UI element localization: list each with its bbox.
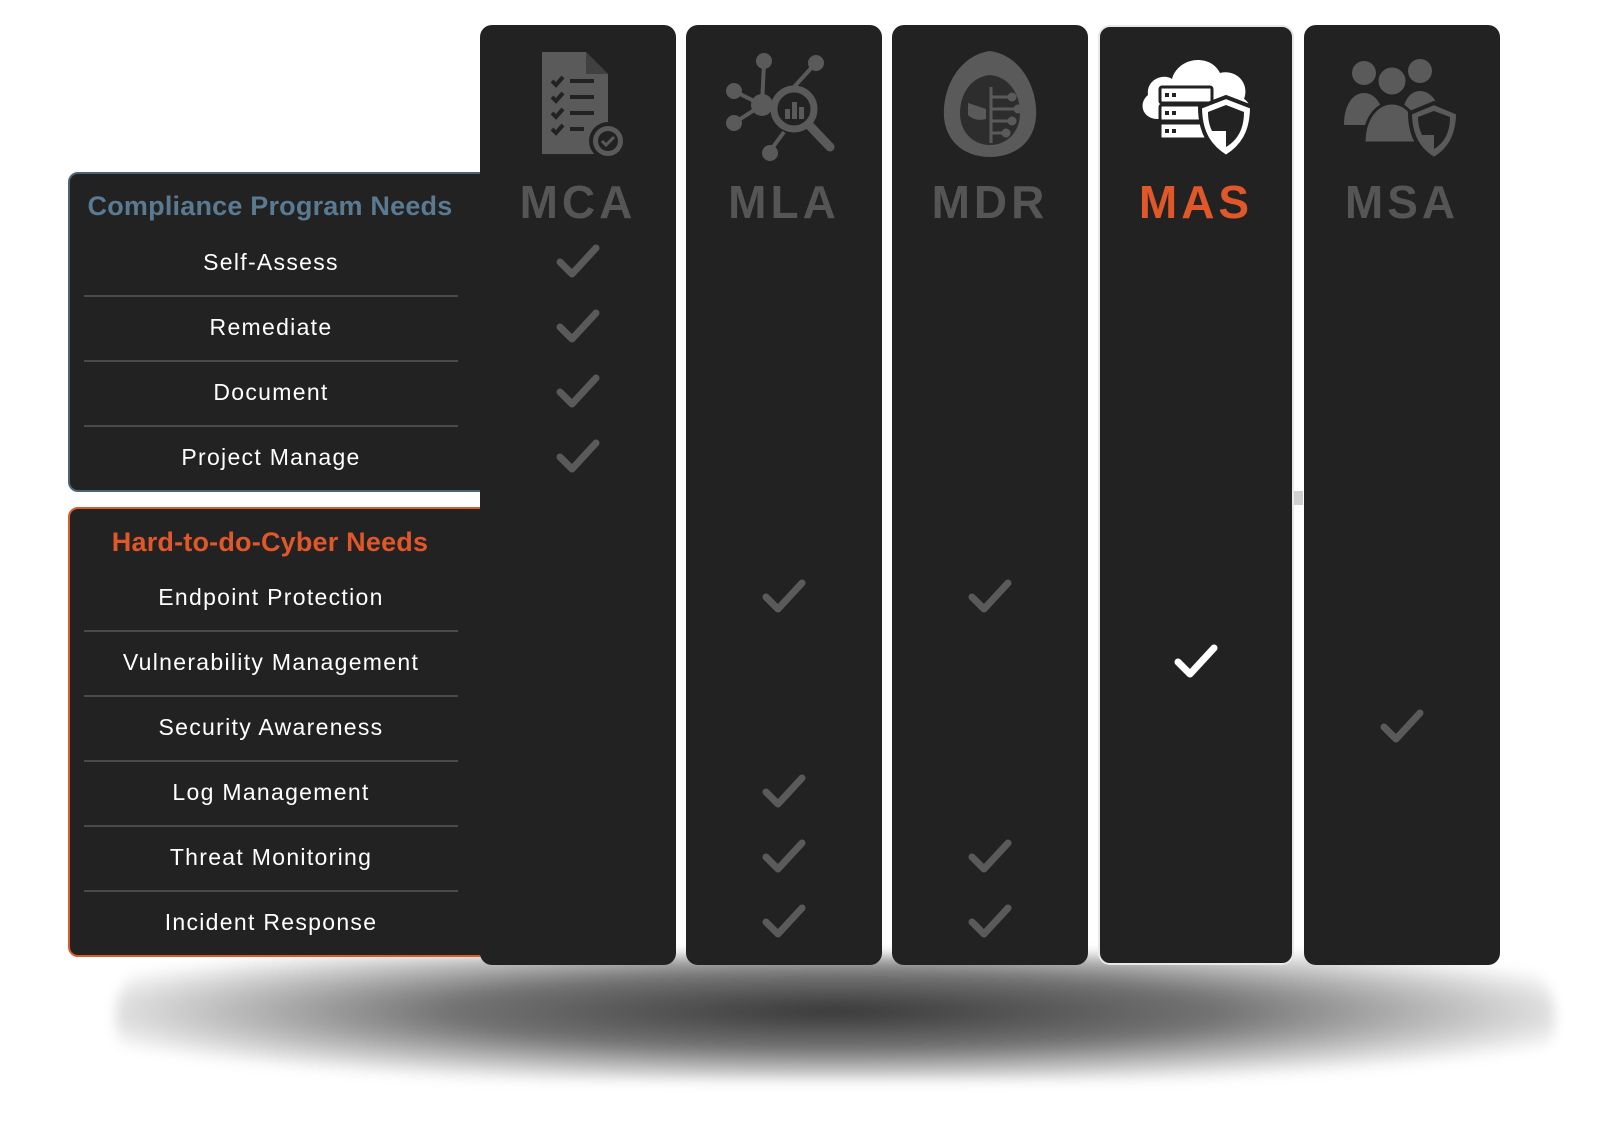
column-mla: MLA: [686, 25, 882, 965]
column-divider: [882, 491, 891, 505]
column-label-mdr: MDR: [931, 176, 1049, 228]
hooded-hacker-icon: [943, 51, 1037, 157]
cyber-needs-title: Hard-to-do-Cyber Needs: [111, 527, 429, 557]
column-label-mca: MCA: [519, 176, 637, 228]
checklist-document-icon: [542, 52, 627, 160]
check-mca-document: [556, 374, 600, 408]
row-security-awareness: Security Awareness: [84, 695, 458, 762]
column-mas: MAS: [1098, 25, 1294, 965]
column-mca: MCA: [480, 25, 676, 965]
column-divider: [1294, 491, 1303, 505]
column-msa: MSA: [1304, 25, 1500, 965]
cloud-server-shield-icon: [1142, 60, 1255, 160]
check-mla-endpoint-protection: [762, 579, 806, 613]
row-self-assess: Self-Assess: [84, 230, 458, 297]
column-divider: [676, 491, 685, 505]
check-mca-remediate: [556, 309, 600, 343]
check-mdr-endpoint-protection: [968, 579, 1012, 613]
column-mdr: MDR: [892, 25, 1088, 965]
cyber-needs-panel: Hard-to-do-Cyber Needs Endpoint Protecti…: [68, 507, 508, 957]
check-mas-vulnerability-management: [1174, 644, 1218, 678]
row-vulnerability-management: Vulnerability Management: [84, 630, 458, 697]
row-document: Document: [84, 360, 458, 427]
table-shadow: [115, 955, 1555, 1080]
row-endpoint-protection: Endpoint Protection: [84, 565, 458, 632]
compliance-needs-panel: Compliance Program Needs Self-Assess Rem…: [68, 172, 508, 492]
compliance-needs-title: Compliance Program Needs: [87, 191, 453, 221]
check-mca-self-assess: [556, 244, 600, 278]
row-remediate: Remediate: [84, 295, 458, 362]
row-project-manage: Project Manage: [181, 444, 361, 470]
check-mla-incident-response: [762, 904, 806, 938]
column-divider: [1088, 491, 1097, 505]
check-mca-project-manage: [556, 439, 600, 473]
log-analytics-icon: [726, 53, 835, 161]
row-log-management: Log Management: [84, 760, 458, 827]
check-msa-security-awareness: [1380, 709, 1424, 743]
check-mla-log-management: [762, 774, 806, 808]
column-label-mas: MAS: [1138, 176, 1254, 228]
check-mla-threat-monitoring: [762, 839, 806, 873]
check-mdr-threat-monitoring: [968, 839, 1012, 873]
check-mdr-incident-response: [968, 904, 1012, 938]
column-label-msa: MSA: [1344, 176, 1460, 228]
users-shield-icon: [1344, 59, 1461, 162]
row-incident-response: Incident Response: [164, 909, 378, 935]
row-threat-monitoring: Threat Monitoring: [84, 825, 458, 892]
column-label-mla: MLA: [728, 176, 840, 228]
